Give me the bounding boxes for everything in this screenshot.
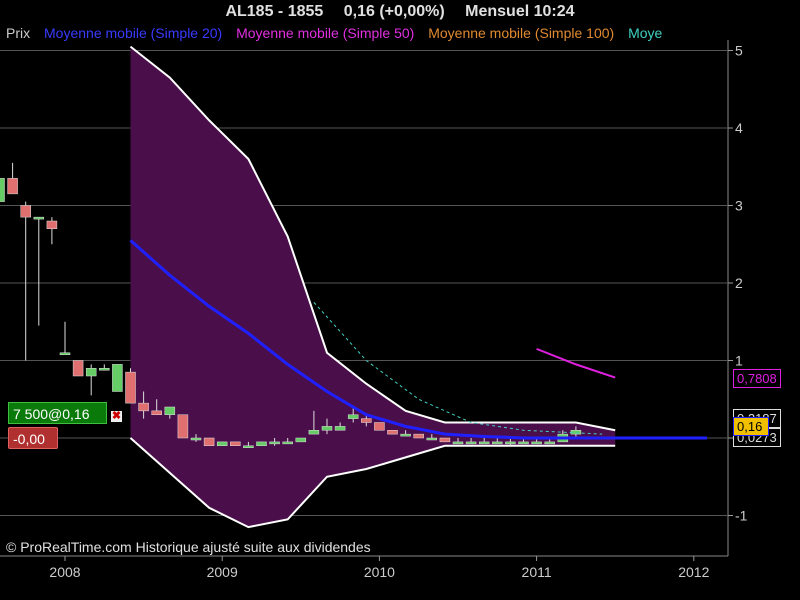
order-label[interactable]: 7 500@0,16 bbox=[8, 402, 107, 424]
candle-body bbox=[99, 368, 110, 371]
close-icon[interactable]: ✖ bbox=[111, 411, 122, 422]
y-tick-labels: 543210-1 bbox=[728, 43, 748, 524]
candle-body bbox=[164, 406, 176, 415]
candle-body bbox=[465, 441, 477, 445]
chart-plot[interactable]: 543210-1 20082009201020112012 bbox=[0, 0, 800, 600]
candle-body bbox=[308, 430, 320, 435]
candle-body bbox=[112, 364, 123, 392]
candle-body bbox=[295, 437, 307, 443]
candle-body bbox=[151, 410, 162, 415]
candle-body bbox=[413, 433, 424, 439]
candle-body bbox=[505, 441, 516, 445]
candle-body bbox=[203, 437, 215, 446]
candle-body bbox=[33, 216, 45, 220]
legend-ma100[interactable]: Moyenne mobile (Simple 100) bbox=[428, 25, 614, 41]
candle-body bbox=[452, 441, 464, 445]
candle-body bbox=[439, 437, 451, 443]
candle-body bbox=[190, 437, 202, 441]
candle-body bbox=[7, 178, 18, 195]
band-fill bbox=[130, 46, 616, 528]
legend-ma200[interactable]: Moye bbox=[628, 25, 662, 41]
candle-body bbox=[125, 371, 136, 404]
ma50-price-box: 0,7808 bbox=[733, 369, 781, 388]
candle-body bbox=[518, 441, 529, 445]
candle-body bbox=[243, 445, 254, 448]
candle-body bbox=[85, 368, 97, 377]
candle-body bbox=[544, 441, 555, 445]
last-price-box: 0,16 bbox=[733, 417, 769, 436]
candle-body bbox=[177, 414, 189, 439]
candle-body bbox=[282, 441, 293, 445]
candle-body bbox=[426, 437, 438, 441]
candle-body bbox=[361, 418, 372, 423]
y-tick-label: 5 bbox=[735, 43, 743, 59]
x-tick-label: 2008 bbox=[49, 564, 80, 580]
legend: Prix Moyenne mobile (Simple 20) Moyenne … bbox=[6, 24, 728, 42]
credit-text: © ProRealTime.com Historique ajusté suit… bbox=[6, 539, 371, 555]
candle-body bbox=[492, 441, 503, 445]
candle-body bbox=[478, 441, 490, 445]
candle-body bbox=[347, 414, 359, 419]
legend-ma20[interactable]: Moyenne mobile (Simple 20) bbox=[44, 25, 222, 41]
candle-body bbox=[374, 422, 385, 431]
candle-body bbox=[531, 441, 542, 445]
candle-body bbox=[269, 441, 280, 445]
candle-body bbox=[400, 433, 411, 437]
y-tick-label: 2 bbox=[735, 275, 743, 291]
candle-body bbox=[230, 441, 241, 446]
candle-body bbox=[387, 430, 398, 435]
candle-body bbox=[334, 426, 346, 431]
ma50-line bbox=[536, 347, 616, 379]
candle-body bbox=[216, 441, 228, 446]
x-tick-labels: 2008 2009 2010 2011 2012 bbox=[49, 556, 710, 580]
candle-body bbox=[72, 360, 84, 377]
candle-body bbox=[20, 205, 31, 218]
x-tick-label: 2010 bbox=[364, 564, 395, 580]
candle-body bbox=[0, 178, 5, 202]
y-tick-label: 1 bbox=[735, 353, 743, 369]
y-tick-label: 4 bbox=[735, 120, 743, 136]
x-tick-label: 2012 bbox=[678, 564, 709, 580]
candle-body bbox=[256, 441, 267, 446]
legend-price: Prix bbox=[6, 25, 31, 41]
candle-body bbox=[321, 426, 333, 431]
x-tick-label: 2009 bbox=[207, 564, 238, 580]
candle-body bbox=[46, 220, 58, 229]
legend-ma50[interactable]: Moyenne mobile (Simple 50) bbox=[236, 25, 414, 41]
candle-body bbox=[59, 352, 71, 355]
pnl-label: -0,00 bbox=[8, 427, 58, 449]
y-tick-label: 3 bbox=[735, 198, 743, 214]
y-tick-label: -1 bbox=[735, 508, 748, 524]
x-tick-label: 2011 bbox=[522, 564, 552, 580]
candle-body bbox=[138, 402, 149, 412]
bollinger-band bbox=[129, 45, 616, 529]
